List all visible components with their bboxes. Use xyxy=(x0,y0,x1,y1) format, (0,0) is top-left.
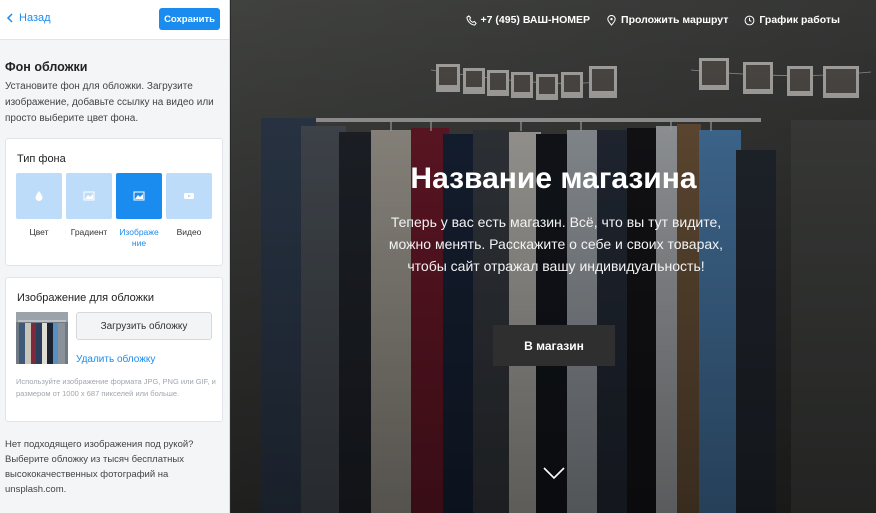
store-title: Название магазина xyxy=(410,162,697,195)
route-link[interactable]: Проложить маршрут xyxy=(606,14,728,26)
map-pin-icon xyxy=(607,14,616,26)
gradient-icon xyxy=(83,191,95,201)
bg-type-label: Видео xyxy=(176,227,202,237)
bg-type-label: Цвет xyxy=(29,227,49,237)
bg-type-video[interactable]: Видео xyxy=(166,173,212,249)
cover-image-title: Изображение для обложки xyxy=(17,292,154,304)
schedule-link[interactable]: График работы xyxy=(744,14,840,26)
bg-type-color[interactable]: Цвет xyxy=(16,173,62,249)
drop-icon xyxy=(35,191,43,201)
cover-hint: Используйте изображение формата JPG, PNG… xyxy=(16,377,216,398)
bg-type-image[interactable]: Изображе ние xyxy=(116,173,162,249)
chevron-left-icon xyxy=(6,13,13,23)
section-description: Установите фон для обложки. Загрузите из… xyxy=(5,81,214,124)
phone-icon xyxy=(465,14,477,26)
panel-header: Назад Сохранить xyxy=(0,0,229,40)
bg-type-title: Тип фона xyxy=(17,153,66,165)
chevron-down-icon[interactable] xyxy=(542,466,566,480)
back-label: Назад xyxy=(19,12,51,24)
route-label: Проложить маршрут xyxy=(621,14,729,26)
back-link[interactable]: Назад xyxy=(6,12,51,24)
unsplash-note: Нет подходящего изображения под рукой? В… xyxy=(5,439,194,495)
phone-label: +7 (495) ВАШ-НОМЕР xyxy=(480,14,591,26)
upload-cover-button[interactable]: Загрузить обложку xyxy=(76,312,212,340)
schedule-label: График работы xyxy=(759,14,840,26)
cover-thumbnail xyxy=(16,312,68,364)
bg-type-gradient[interactable]: Градиент xyxy=(66,173,112,249)
clock-icon xyxy=(744,15,755,25)
store-description: Теперь у вас есть магазин. Всё, что вы т… xyxy=(388,214,724,274)
settings-panel: Назад Сохранить Фон обложки Установите ф… xyxy=(0,0,230,513)
remove-cover-link[interactable]: Удалить обложку xyxy=(76,354,155,365)
section-title: Фон обложки xyxy=(5,60,88,74)
bg-type-label: Изображе ние xyxy=(119,227,159,248)
bg-type-card: Тип фона Цвет Градиент Изображе ние Виде… xyxy=(5,138,223,266)
cover-preview: +7 (495) ВАШ-НОМЕР Проложить маршрут Гра… xyxy=(231,0,876,513)
phone-link[interactable]: +7 (495) ВАШ-НОМЕР xyxy=(465,14,591,26)
preview-nav: +7 (495) ВАШ-НОМЕР Проложить маршрут Гра… xyxy=(465,14,840,26)
cover-image-card: Изображение для обложки Загрузить обложк… xyxy=(5,277,223,422)
shop-button[interactable]: В магазин xyxy=(493,325,615,366)
image-icon xyxy=(133,191,145,201)
bg-type-label: Градиент xyxy=(70,227,108,237)
video-icon xyxy=(184,193,194,199)
save-button[interactable]: Сохранить xyxy=(159,8,220,30)
